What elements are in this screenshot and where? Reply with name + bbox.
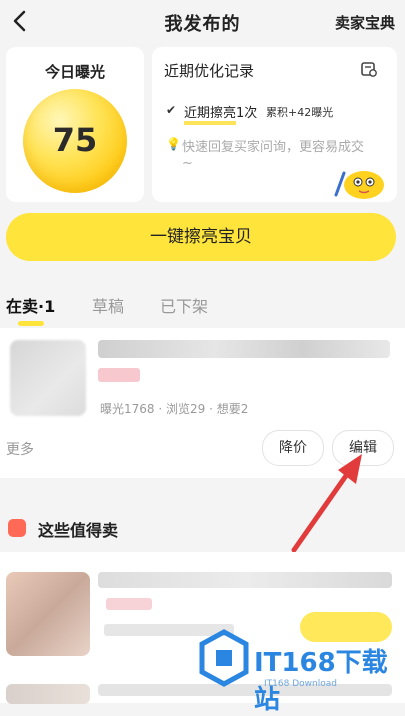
check-icon: ✔ [166, 103, 177, 117]
tip-text-line2: ~ [182, 156, 193, 171]
recommendation-thumbnail[interactable] [6, 572, 90, 656]
exposure-ball: 75 [23, 89, 127, 193]
exposure-value: 75 [52, 121, 98, 159]
exposure-label: 今日曝光 [44, 63, 105, 81]
seller-guide-link[interactable]: 卖家宝典 [335, 12, 395, 33]
listing-price-blurred [98, 368, 140, 382]
recommendation-thumbnail-2[interactable] [6, 684, 90, 704]
watermark-logo-icon [199, 629, 249, 687]
recommendation-tag-blurred [106, 598, 152, 610]
record-list-icon[interactable] [360, 60, 378, 78]
annotation-arrow-icon [291, 454, 362, 553]
star-badge-icon [8, 519, 26, 537]
listing-title-blurred [98, 340, 390, 358]
header-bar: 我发布的 卖家宝典 [0, 0, 405, 44]
listing-thumbnail[interactable] [10, 340, 86, 416]
recent-polish-count: 1次 [236, 106, 258, 121]
listing-stats: 曝光1768 · 浏览29 · 想要2 [100, 402, 249, 416]
lightbulb-icon: 💡 [166, 137, 181, 151]
recent-polish-label: 近期擦亮 [184, 106, 237, 125]
worth-selling-title: 这些值得卖 [38, 521, 119, 540]
recommendation-title-blurred [98, 572, 392, 588]
recommendation-action-button[interactable] [300, 612, 392, 642]
optimization-record-card[interactable]: 近期优化记录 ✔ 近期擦亮1次 累积+42曝光 💡 快速回复买家问询，更容易成交… [152, 47, 397, 202]
tab-drafts[interactable]: 草稿 [92, 293, 124, 317]
tab-on-sale[interactable]: 在卖·1 [6, 293, 55, 317]
active-tab-indicator [18, 321, 44, 326]
more-link[interactable]: 更多 [6, 439, 34, 459]
tab-delisted[interactable]: 已下架 [160, 293, 208, 317]
one-click-polish-button[interactable]: 一键擦亮宝贝 [6, 213, 396, 261]
tab-on-sale-count: 1 [44, 297, 56, 316]
accumulated-exposure: 累积+42曝光 [266, 106, 334, 119]
today-exposure-card[interactable]: 今日曝光 75 [6, 47, 144, 202]
recent-polish-record: 近期擦亮1次 [184, 102, 258, 125]
mascot-icon [334, 171, 384, 199]
optimization-title: 近期优化记录 [164, 62, 255, 80]
tip-text-line1: 快速回复买家问询，更容易成交 [182, 140, 365, 155]
watermark-subtext: IT168 Download [264, 679, 337, 689]
tab-on-sale-label: 在卖 [6, 297, 39, 316]
